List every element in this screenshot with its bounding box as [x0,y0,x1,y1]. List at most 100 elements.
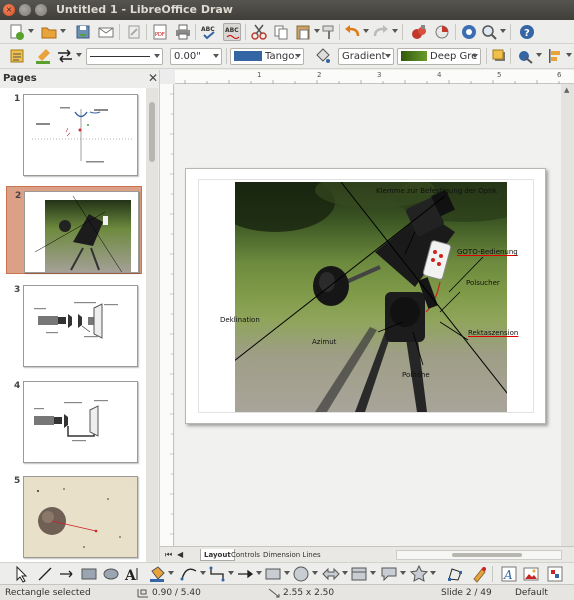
workspace-horizontal-scrollbar[interactable] [396,550,562,560]
transformations-icon[interactable] [516,47,534,65]
arrow-line-tool-icon[interactable] [236,565,254,583]
label-azimut[interactable]: Azimut [312,338,336,346]
label-rektaszension[interactable]: Rektaszension [468,329,518,337]
prev-tab-icon[interactable]: ◀ [174,549,186,561]
select-arrow-icon[interactable] [12,565,30,583]
label-polhoehe[interactable]: Polhöhe [402,371,430,379]
cut-icon[interactable] [250,23,268,41]
arrow-style-dropdown-icon[interactable] [76,53,82,57]
redo-dropdown-icon[interactable] [392,29,398,33]
vertical-ruler[interactable] [160,84,174,546]
label-klemme[interactable]: Klemme zur Befestigung der Optik [376,187,497,195]
close-pages-icon[interactable]: ✕ [148,71,158,85]
label-deklination[interactable]: Deklination [220,316,260,324]
curve-dropdown-icon[interactable] [200,571,206,575]
undo-dropdown-icon[interactable] [363,29,369,33]
line-icon[interactable] [34,47,52,65]
toggle-extrusion-icon[interactable] [546,565,564,583]
gradient-select[interactable]: Deep Gre [397,48,481,65]
email-icon[interactable] [97,23,115,41]
chart-icon[interactable] [433,23,451,41]
autospellcheck-icon[interactable]: ABC [223,23,241,41]
curve-tool-icon[interactable] [180,565,198,583]
symbol-shapes-dropdown-icon[interactable] [312,571,318,575]
symbol-shapes-icon[interactable] [292,565,310,583]
slide-thumbnail-3[interactable]: 3 [6,281,142,369]
line-style-select[interactable] [86,48,163,65]
slide-thumbnail-4[interactable]: 4 [6,377,142,465]
ellipse-tool-icon[interactable] [102,565,120,583]
image-icon[interactable] [410,23,428,41]
export-pdf-icon[interactable]: PDF [151,23,169,41]
rectangle-tool-icon[interactable] [80,565,98,583]
align-dropdown-icon[interactable] [566,53,572,57]
transformations-dropdown-icon[interactable] [536,53,542,57]
slide-thumbnail-5[interactable]: 5 [6,472,142,560]
save-icon[interactable] [74,23,92,41]
drawing-workspace[interactable]: Klemme zur Befestigung der Optik GOTO-Be… [175,84,561,546]
line-color-select[interactable]: Tango: [230,48,304,65]
horizontal-scroll-thumb[interactable] [452,553,522,557]
undo-icon[interactable] [343,23,361,41]
block-arrows-icon[interactable] [322,565,340,583]
styles-icon[interactable] [8,47,26,65]
flowchart-dropdown-icon[interactable] [370,571,376,575]
scroll-up-icon[interactable]: ▲ [564,86,569,94]
block-arrows-dropdown-icon[interactable] [342,571,348,575]
spellcheck-icon[interactable]: ABC [200,23,218,41]
clone-formatting-icon[interactable] [320,23,338,41]
callouts-icon[interactable] [380,565,398,583]
connector-tool-icon[interactable] [208,565,226,583]
arrow-line-dropdown-icon[interactable] [256,571,262,575]
basic-shapes-icon[interactable] [264,565,282,583]
zoom-icon[interactable] [480,23,498,41]
edit-file-icon[interactable] [125,23,143,41]
line-arrow-tool-icon[interactable] [58,565,76,583]
fill-dropdown-icon[interactable] [168,571,174,575]
insert-image-icon[interactable] [522,565,540,583]
align-icon[interactable] [546,47,564,65]
fontwork-icon[interactable]: A [500,565,518,583]
connector-dropdown-icon[interactable] [228,571,234,575]
label-polsucher[interactable]: Polsucher [466,279,500,287]
arrow-style-icon[interactable] [56,47,74,65]
navigator-icon[interactable] [460,23,478,41]
horizontal-ruler[interactable]: 1 2 3 4 5 6 [175,70,574,84]
open-folder-icon[interactable] [40,23,58,41]
label-goto[interactable]: GOTO-Bedienung [457,248,518,256]
text-tool-icon[interactable]: A [124,565,142,584]
slide-page[interactable]: Klemme zur Befestigung der Optik GOTO-Be… [185,168,546,424]
slide-thumbnail-2[interactable]: 2 [6,186,142,274]
print-icon[interactable] [174,23,192,41]
open-dropdown-icon[interactable] [60,29,66,33]
line-tool-icon[interactable] [36,565,54,583]
paste-icon[interactable] [294,23,312,41]
gluepoints-icon[interactable] [470,565,488,583]
area-style-select[interactable]: Gradient [338,48,394,65]
zoom-dropdown-icon[interactable] [500,29,506,33]
tab-dimension-lines[interactable]: Dimension Lines [260,549,324,561]
pages-scrollbar-thumb[interactable] [149,102,155,162]
new-dropdown-icon[interactable] [28,29,34,33]
stars-icon[interactable] [409,564,429,583]
callouts-dropdown-icon[interactable] [400,571,406,575]
help-icon[interactable]: ? [518,23,536,41]
redo-icon[interactable] [372,23,390,41]
workspace-vertical-scrollbar[interactable]: ▲ [561,84,574,546]
window-minimize-button[interactable] [19,4,31,16]
stars-dropdown-icon[interactable] [430,571,436,575]
flowchart-icon[interactable] [350,565,368,583]
line-width-field[interactable]: 0.00" [170,48,222,65]
basic-shapes-dropdown-icon[interactable] [284,571,290,575]
shadow-icon[interactable] [490,47,508,65]
points-icon[interactable] [446,565,464,583]
telescope-photo[interactable] [235,182,507,412]
copy-icon[interactable] [272,23,290,41]
window-maximize-button[interactable] [35,4,47,16]
tab-controls[interactable]: Controls [228,549,263,561]
pages-scrollbar[interactable] [146,88,158,562]
window-close-button[interactable]: × [3,4,15,16]
new-document-icon[interactable] [8,23,26,41]
area-fill-icon[interactable] [313,47,331,65]
fill-bucket-icon[interactable] [148,565,166,583]
